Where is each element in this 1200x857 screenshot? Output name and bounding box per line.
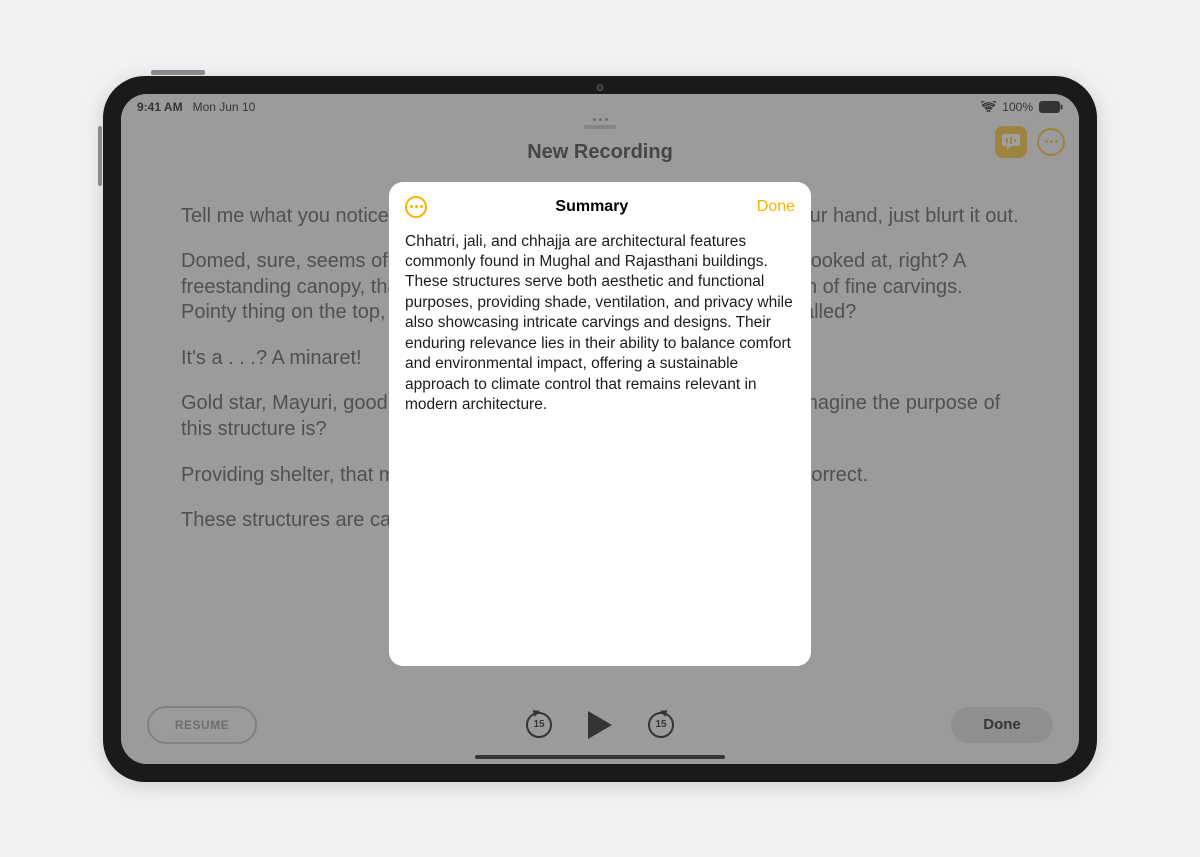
ipad-device-frame: 9:41 AM Mon Jun 10 100% <box>103 76 1097 782</box>
screen: 9:41 AM Mon Jun 10 100% <box>121 94 1079 764</box>
summary-modal: Summary Done Chhatri, jali, and chhajja … <box>389 182 811 666</box>
summary-text: Chhatri, jali, and chhajja are architect… <box>405 232 795 416</box>
camera-dot <box>597 84 604 91</box>
modal-more-button[interactable] <box>405 196 427 218</box>
modal-done-button[interactable]: Done <box>757 198 795 216</box>
modal-title: Summary <box>555 198 628 216</box>
